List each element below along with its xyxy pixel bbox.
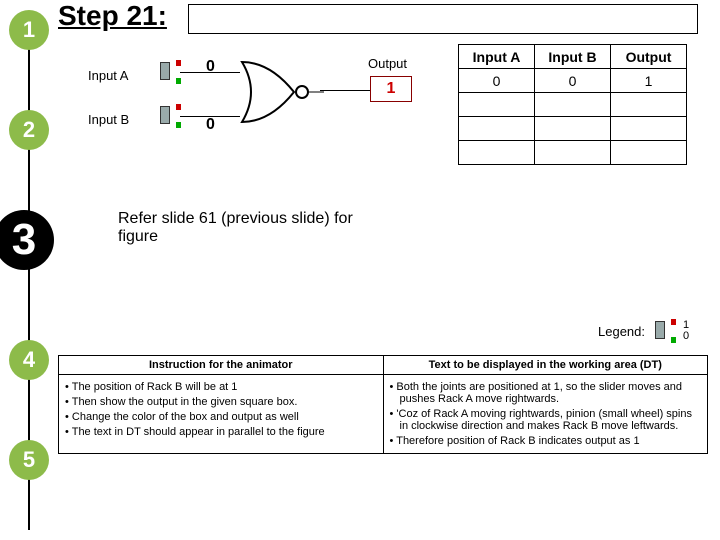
switch-body-icon: [655, 321, 665, 339]
truth-header-b: Input B: [535, 45, 611, 69]
input-a-label: Input A: [88, 68, 128, 83]
table-row: 0 0 1: [459, 69, 687, 93]
input-b-value: 0: [206, 116, 215, 134]
list-item: Therefore position of Rack B indicates o…: [390, 435, 702, 447]
table-row: [459, 117, 687, 141]
list-item: Change the color of the box and output a…: [65, 411, 377, 423]
wire-a: [180, 72, 240, 73]
instruction-table: Instruction for the animator Text to be …: [58, 355, 708, 454]
nav-step-4[interactable]: 4: [9, 340, 49, 380]
cell: [535, 117, 611, 141]
switch-green-dot-icon: [671, 337, 676, 343]
list-item: The position of Rack B will be at 1: [65, 381, 377, 393]
animator-header: Instruction for the animator: [59, 356, 384, 375]
nav-step-1[interactable]: 1: [9, 10, 49, 50]
truth-table: Input A Input B Output 0 0 1: [458, 44, 687, 165]
legend-values: 1 0: [683, 320, 689, 342]
refer-note: Refer slide 61 (previous slide) for figu…: [118, 210, 378, 246]
table-row: [459, 93, 687, 117]
toggle-switch-a[interactable]: [160, 62, 178, 82]
input-b-label: Input B: [88, 112, 129, 127]
step-title: Step 21:: [58, 0, 167, 32]
wire-b: [180, 116, 240, 117]
dt-cell: Both the joints are positioned at 1, so …: [383, 375, 708, 454]
switch-green-dot-icon: [176, 122, 181, 128]
list-item: Both the joints are positioned at 1, so …: [390, 381, 702, 405]
cell: [535, 93, 611, 117]
dt-header: Text to be displayed in the working area…: [383, 356, 708, 375]
nor-gate-icon: [240, 60, 328, 124]
cell: [611, 117, 687, 141]
switch-red-dot-icon: [671, 319, 676, 325]
nav-step-5[interactable]: 5: [9, 440, 49, 480]
nav-step-3[interactable]: 3: [0, 210, 54, 270]
switch-red-dot-icon: [176, 104, 181, 110]
list-item: Then show the output in the given square…: [65, 396, 377, 408]
list-item: The text in DT should appear in parallel…: [65, 426, 377, 438]
cell: [459, 141, 535, 165]
animator-cell: The position of Rack B will be at 1 Then…: [59, 375, 384, 454]
switch-body-icon: [160, 62, 170, 80]
switch-red-dot-icon: [176, 60, 181, 66]
legend: Legend: 1 0: [598, 320, 689, 342]
input-a-value: 0: [206, 58, 215, 76]
output-label: Output: [368, 56, 407, 71]
nor-gate-circuit: Input A Input B 0 0 Output 1: [88, 50, 438, 170]
table-row: [459, 141, 687, 165]
toggle-switch-b[interactable]: [160, 106, 178, 126]
legend-switch-icon: [655, 321, 673, 341]
cell: [535, 141, 611, 165]
nav-rail: 1 2 3 4 5: [5, 0, 53, 540]
cell: [459, 117, 535, 141]
legend-label: Legend:: [598, 324, 645, 339]
truth-header-a: Input A: [459, 45, 535, 69]
cell: [611, 93, 687, 117]
wire-out: [320, 90, 370, 91]
step-placeholder-box: [188, 4, 698, 34]
switch-green-dot-icon: [176, 78, 181, 84]
legend-zero: 0: [683, 331, 689, 342]
cell: 0: [535, 69, 611, 93]
cell: [459, 93, 535, 117]
nav-step-2[interactable]: 2: [9, 110, 49, 150]
truth-header-out: Output: [611, 45, 687, 69]
cell: 0: [459, 69, 535, 93]
list-item: 'Coz of Rack A moving rightwards, pinion…: [390, 408, 702, 432]
switch-body-icon: [160, 106, 170, 124]
cell: 1: [611, 69, 687, 93]
cell: [611, 141, 687, 165]
slide-content: Step 21: Input A Input B 0 0 Output 1 In…: [58, 0, 718, 540]
output-value-box: 1: [370, 76, 412, 102]
